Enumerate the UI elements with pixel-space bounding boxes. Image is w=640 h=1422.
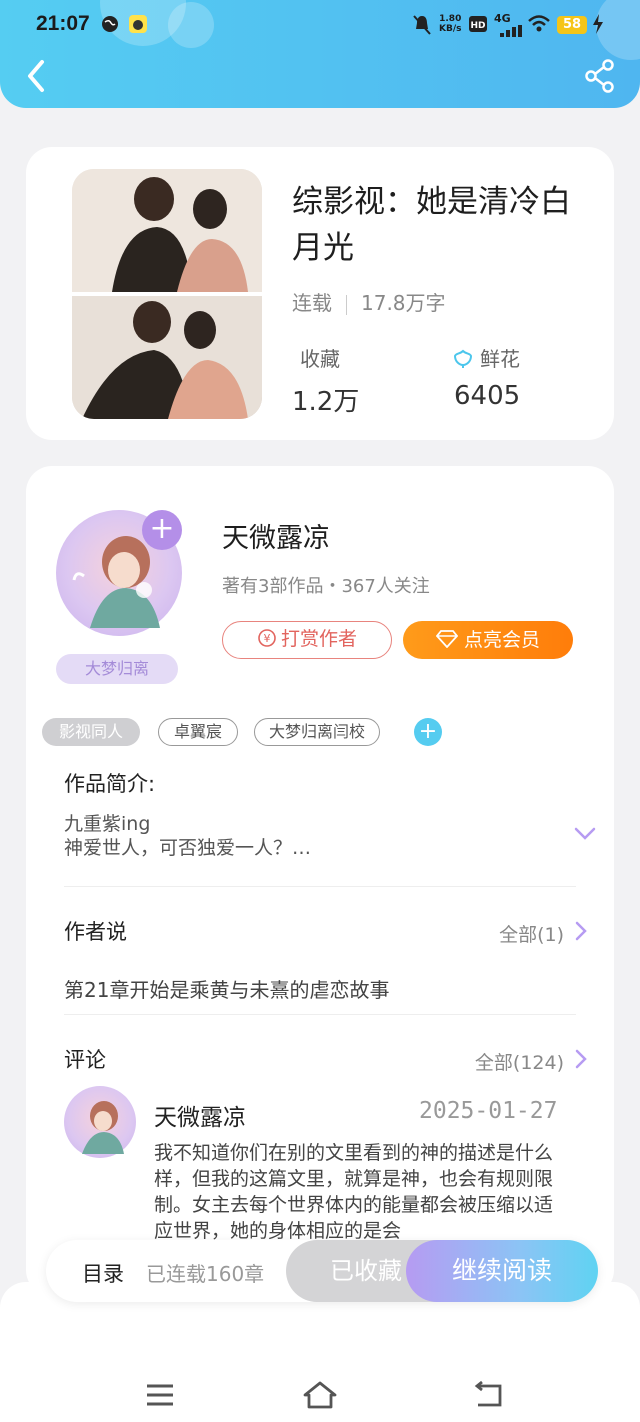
divider bbox=[64, 886, 576, 887]
flowers-stat[interactable]: 鲜花 bbox=[452, 343, 520, 372]
cover-image-top bbox=[72, 169, 262, 292]
serial-status: 连载 bbox=[292, 291, 332, 315]
status-time: 21:07 bbox=[36, 12, 90, 35]
comments-arrow[interactable] bbox=[574, 1048, 588, 1074]
charging-icon bbox=[592, 14, 604, 38]
net-speed: 1.80 KB/s bbox=[439, 14, 462, 34]
favorites-label: 收藏 bbox=[300, 347, 340, 371]
follow-plus-button[interactable]: + bbox=[142, 510, 182, 550]
menu-button[interactable] bbox=[142, 1380, 178, 1410]
word-count: 17.8万字 bbox=[361, 291, 446, 315]
wifi-icon bbox=[528, 14, 550, 38]
favorites-count: 1.2万 bbox=[292, 387, 360, 417]
book-cover[interactable] bbox=[72, 169, 262, 419]
return-icon bbox=[474, 1380, 502, 1407]
comment-author-name: 天微露凉 bbox=[154, 1105, 246, 1131]
coin-icon: ¥ bbox=[258, 629, 276, 647]
chevron-right-icon bbox=[575, 921, 587, 941]
toc-button[interactable]: 目录 bbox=[82, 1258, 124, 1288]
comment-avatar[interactable] bbox=[64, 1086, 136, 1158]
intro-line: 九重紫ing bbox=[64, 813, 151, 835]
share-icon bbox=[585, 59, 614, 93]
continue-reading-button[interactable]: 继续阅读 bbox=[406, 1240, 598, 1302]
hd-icon: HD bbox=[468, 14, 488, 38]
flower-icon bbox=[453, 349, 473, 368]
author-says-title: 作者说 bbox=[64, 920, 127, 944]
diamond-icon bbox=[435, 630, 459, 649]
top-header: 21:07 1.80 KB/s HD 4G 58 bbox=[0, 0, 640, 108]
collected-label: 已收藏 bbox=[330, 1257, 402, 1285]
comments-more-link[interactable]: 全部(124) bbox=[475, 1048, 564, 1075]
battery-level: 58 bbox=[557, 16, 587, 34]
chapter-count: 已连载160章 bbox=[146, 1262, 265, 1286]
comments-title: 评论 bbox=[64, 1048, 106, 1072]
chevron-right-icon bbox=[575, 1049, 587, 1069]
author-says-more-link[interactable]: 全部(1) bbox=[499, 920, 564, 947]
svg-text:HD: HD bbox=[470, 21, 485, 31]
author-title-badge: 大梦归离 bbox=[56, 654, 178, 684]
svg-text:¥: ¥ bbox=[263, 632, 270, 645]
back-button[interactable] bbox=[20, 54, 56, 98]
intro-text[interactable]: 九重紫ing 神爱世人，可否独爱一人？… bbox=[64, 812, 311, 860]
app-notification-icon bbox=[128, 14, 148, 38]
flowers-count: 6405 bbox=[454, 381, 521, 411]
globe-icon bbox=[100, 14, 120, 38]
back-nav-button[interactable] bbox=[470, 1380, 506, 1410]
divider bbox=[64, 1014, 576, 1015]
comment-text[interactable]: 我不知道你们在别的文里看到的神的描述是什么样，但我的这篇文里，就算是神，也会有规… bbox=[154, 1140, 564, 1240]
tag-chip[interactable]: 影视同人 bbox=[42, 718, 140, 746]
reading-action-bar: 目录 已连载160章 已收藏 继续阅读 bbox=[46, 1240, 598, 1302]
menu-icon bbox=[147, 1384, 173, 1406]
tip-author-button[interactable]: ¥ 打赏作者 bbox=[222, 621, 392, 659]
chevron-left-icon bbox=[28, 60, 44, 92]
home-icon bbox=[303, 1381, 337, 1409]
book-title: 综影视：她是清冷白月光 bbox=[292, 184, 571, 266]
author-info: 著有3部作品・367人关注 bbox=[222, 576, 430, 597]
author-says-arrow[interactable] bbox=[574, 920, 588, 946]
status-bar: 21:07 1.80 KB/s HD 4G 58 bbox=[0, 0, 640, 50]
book-meta: 连载 17.8万字 bbox=[292, 287, 446, 316]
mute-bell-icon bbox=[412, 14, 432, 40]
author-says-text: 第21章开始是乘黄与未熹的虐恋故事 bbox=[64, 978, 390, 1002]
expand-intro-button[interactable] bbox=[574, 826, 596, 845]
home-button[interactable] bbox=[302, 1380, 338, 1410]
tip-author-label: 打赏作者 bbox=[280, 628, 357, 650]
author-card: + 大梦归离 天微露凉 著有3部作品・367人关注 ¥ 打赏作者 点亮会员 影视… bbox=[26, 466, 614, 1296]
intro-title: 作品简介: bbox=[64, 772, 156, 796]
meta-divider bbox=[346, 294, 347, 315]
activate-vip-label: 点亮会员 bbox=[463, 629, 540, 651]
comment-date: 2025-01-27 bbox=[419, 1098, 558, 1124]
tag-chip[interactable]: 大梦归离闫校 bbox=[254, 718, 380, 746]
activate-vip-button[interactable]: 点亮会员 bbox=[403, 621, 573, 659]
intro-line: 神爱世人，可否独爱一人？… bbox=[64, 837, 312, 859]
book-info-card: 综影视：她是清冷白月光 连载 17.8万字 收藏 1.2万 鲜花 6405 bbox=[26, 147, 614, 440]
signal-icon bbox=[500, 22, 522, 41]
author-name[interactable]: 天微露凉 bbox=[222, 516, 330, 555]
share-button[interactable] bbox=[582, 56, 618, 96]
chevron-down-icon bbox=[574, 827, 596, 840]
flowers-label: 鲜花 bbox=[480, 347, 520, 371]
cover-image-bottom bbox=[72, 296, 262, 419]
add-tag-button[interactable]: + bbox=[414, 718, 442, 746]
tag-chip[interactable]: 卓翼宸 bbox=[158, 718, 238, 746]
system-nav-bar bbox=[0, 1282, 640, 1422]
